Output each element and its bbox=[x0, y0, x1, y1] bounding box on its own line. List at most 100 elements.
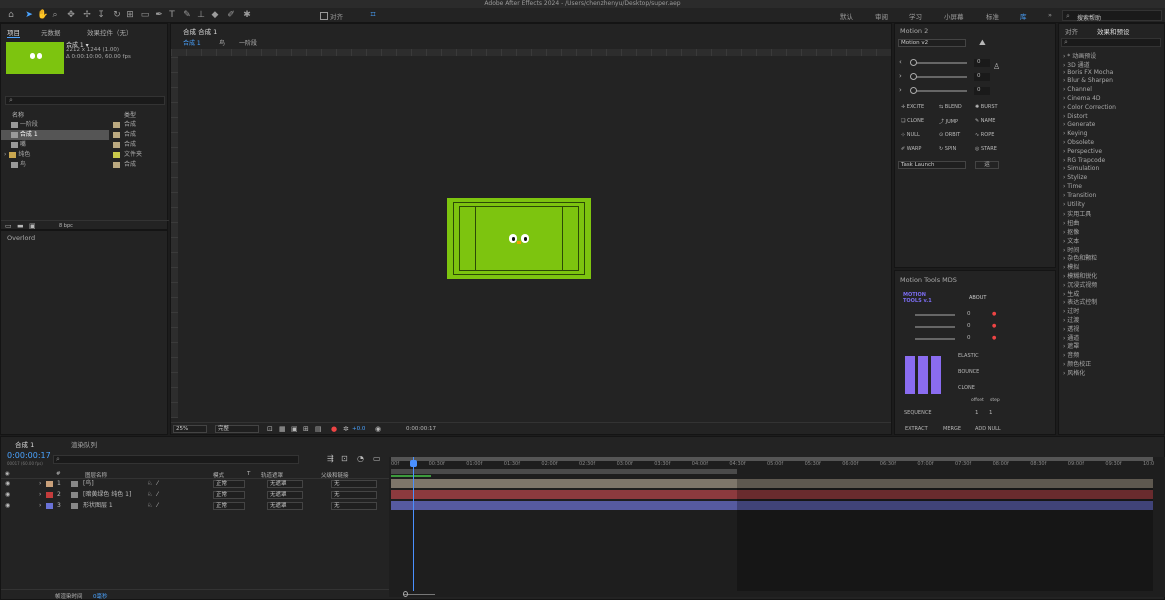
tab-motion2[interactable]: Motion 2 bbox=[900, 27, 928, 35]
col-mode[interactable]: 模式 bbox=[213, 471, 224, 479]
workspace-standard[interactable]: 标准 bbox=[986, 11, 999, 21]
project-search-input[interactable]: ⌕ bbox=[5, 96, 165, 105]
eraser-tool-icon[interactable]: ◆ bbox=[210, 10, 220, 20]
effects-category[interactable]: › 扭曲 bbox=[1063, 218, 1079, 227]
slider-row[interactable]: › 0 bbox=[899, 86, 999, 96]
list-item[interactable]: 嘴合成 bbox=[1, 140, 169, 150]
slider-knob[interactable] bbox=[910, 73, 917, 80]
hand-tool-icon[interactable]: ✋ bbox=[37, 10, 48, 20]
track-matte-dropdown[interactable]: 无遮罩 bbox=[267, 480, 303, 488]
tab-effects-presets[interactable]: 效果和预设 bbox=[1097, 26, 1130, 36]
parent-dropdown[interactable]: 无 bbox=[331, 491, 377, 499]
extract-button[interactable]: EXTRACT bbox=[905, 426, 928, 432]
effects-category[interactable]: › 通道 bbox=[1063, 333, 1079, 342]
fx-switch-icon[interactable]: ⁄ bbox=[157, 501, 158, 511]
fx-switch-icon[interactable]: ⁄ bbox=[157, 479, 158, 489]
name-button[interactable]: ✎ NAME bbox=[975, 118, 995, 124]
tab-effect-controls[interactable]: 效果控件（无） bbox=[87, 27, 133, 37]
playhead[interactable] bbox=[413, 457, 414, 591]
mask-icon[interactable]: ▣ bbox=[291, 425, 298, 433]
expand-icon[interactable]: › bbox=[39, 479, 41, 489]
add-null-button[interactable]: ADD NULL bbox=[975, 426, 1001, 432]
motion-blur-icon[interactable]: ◔ bbox=[357, 454, 364, 463]
stamp-tool-icon[interactable]: ⊥ bbox=[196, 10, 206, 20]
snap-options-icon[interactable]: ⌗ bbox=[368, 10, 378, 20]
col-track-matte[interactable]: 轨道遮罩 bbox=[261, 471, 283, 479]
eye-icon[interactable]: ◉ bbox=[5, 490, 10, 500]
switch-icon[interactable]: ♘ bbox=[147, 501, 152, 511]
mode-dropdown[interactable]: 正常 bbox=[213, 502, 245, 510]
work-area-range[interactable] bbox=[391, 469, 737, 474]
list-item[interactable]: › 纯色 文件夹 bbox=[1, 150, 169, 160]
effects-category[interactable]: › Channel bbox=[1063, 86, 1092, 93]
label-color[interactable] bbox=[46, 503, 53, 509]
color-icon[interactable]: ● bbox=[331, 425, 337, 433]
offset-input[interactable]: 1 bbox=[975, 410, 979, 416]
visibility-icon[interactable]: ◉ bbox=[5, 471, 10, 477]
effects-category[interactable]: › Time bbox=[1063, 183, 1082, 190]
fx-switch-icon[interactable]: ⁄ bbox=[157, 490, 158, 500]
elastic-button[interactable]: ELASTIC bbox=[958, 353, 979, 359]
layer-search-input[interactable]: ⌕ bbox=[53, 455, 299, 464]
effects-category[interactable]: › 模糊和锐化 bbox=[1063, 271, 1097, 280]
playhead-handle[interactable] bbox=[410, 460, 417, 467]
bpc-label[interactable]: 8 bpc bbox=[59, 223, 73, 229]
pen-tool-icon[interactable]: ✒ bbox=[154, 10, 164, 20]
effects-category[interactable]: › Transition bbox=[1063, 192, 1096, 199]
anchor-grid[interactable] bbox=[905, 356, 943, 394]
pin-icon[interactable]: ♙ bbox=[993, 62, 1000, 71]
slider-track[interactable] bbox=[913, 62, 967, 64]
3d-icon[interactable]: ▤ bbox=[315, 425, 322, 433]
blend-button[interactable]: ⇆ BLEND bbox=[939, 104, 962, 110]
list-item[interactable]: 鸟合成 bbox=[1, 160, 169, 170]
effects-category[interactable]: › Simulation bbox=[1063, 165, 1099, 172]
breadcrumb-comp1[interactable]: 合成 1 bbox=[183, 38, 201, 47]
track-matte-dropdown[interactable]: 无遮罩 bbox=[267, 491, 303, 499]
transparency-icon[interactable]: ▦ bbox=[279, 425, 286, 433]
workspace-library[interactable]: 库 bbox=[1020, 11, 1027, 21]
layer-name[interactable]: [暗黄绿色 纯色 1] bbox=[83, 490, 131, 500]
tab-overlord[interactable]: Overlord bbox=[7, 234, 35, 242]
snapshot-icon[interactable]: ◉ bbox=[375, 425, 381, 433]
zoom-dropdown[interactable]: 25% bbox=[173, 425, 207, 433]
breadcrumb-bird[interactable]: 鸟 bbox=[219, 38, 225, 47]
folder-icon[interactable]: ▬ bbox=[17, 222, 24, 230]
brush-tool-icon[interactable]: ✎ bbox=[182, 10, 192, 20]
about-button[interactable]: ABOUT bbox=[969, 295, 986, 301]
effects-category[interactable]: › Perspective bbox=[1063, 148, 1102, 155]
timeline-zoom-slider[interactable] bbox=[399, 591, 439, 597]
clone-button[interactable]: CLONE bbox=[958, 385, 975, 391]
effects-category[interactable]: › Keying bbox=[1063, 130, 1087, 137]
rect-tool-icon[interactable]: ▭ bbox=[140, 10, 150, 20]
help-search-input[interactable]: ⌕ 搜索帮助 bbox=[1062, 10, 1162, 22]
switch-icon[interactable]: ♘ bbox=[147, 479, 152, 489]
timeline-timecode[interactable]: 0:00:00:17 bbox=[7, 451, 51, 460]
puppet-tool-icon[interactable]: ✱ bbox=[242, 10, 252, 20]
comp-flowchart-icon[interactable]: ⇶ bbox=[327, 454, 334, 463]
snap-checkbox[interactable] bbox=[320, 12, 328, 20]
time-ruler[interactable]: 00f 00:30f 01:00f 01:30f 02:00f 02:30f 03:00f 0… bbox=[391, 461, 1154, 469]
tab-composition[interactable]: 合成 合成 1 bbox=[183, 26, 217, 36]
effects-category[interactable]: › 遮罩 bbox=[1063, 341, 1079, 350]
effects-category[interactable]: › Generate bbox=[1063, 121, 1095, 128]
effects-category[interactable]: › 时间 bbox=[1063, 245, 1079, 254]
layer-row[interactable]: ◉ › 2 [暗黄绿色 纯色 1] ♘ ⁄ 正常 无遮罩无 bbox=[1, 490, 389, 500]
new-comp-icon[interactable]: ▣ bbox=[29, 222, 36, 230]
workspace-small-screen[interactable]: 小屏幕 bbox=[944, 11, 964, 21]
draft3d-icon[interactable]: ⊡ bbox=[341, 454, 348, 463]
layer-name[interactable]: 形状图层 1 bbox=[83, 501, 113, 511]
effects-category[interactable]: › 沉浸式视频 bbox=[1063, 280, 1097, 289]
effects-category[interactable]: › Utility bbox=[1063, 201, 1085, 208]
burst-button[interactable]: ✺ BURST bbox=[975, 104, 998, 110]
null-button[interactable]: ⊹ NULL bbox=[901, 132, 920, 138]
anchor-tool-icon[interactable]: ⊞ bbox=[125, 10, 135, 20]
exposure-value[interactable]: +0.0 bbox=[352, 426, 365, 432]
list-item[interactable]: 一阶段 合成 bbox=[1, 120, 169, 130]
type-tool-icon[interactable]: T bbox=[167, 10, 177, 20]
grid-icon[interactable]: ⊞ bbox=[303, 425, 309, 433]
effects-category[interactable]: › 风格化 bbox=[1063, 368, 1085, 377]
eye-icon[interactable]: ◉ bbox=[5, 479, 10, 489]
effects-category[interactable]: › * 动画预设 bbox=[1063, 51, 1096, 60]
interpret-icon[interactable]: ▭ bbox=[5, 222, 12, 230]
slider-row[interactable]: › 0 bbox=[899, 72, 999, 82]
